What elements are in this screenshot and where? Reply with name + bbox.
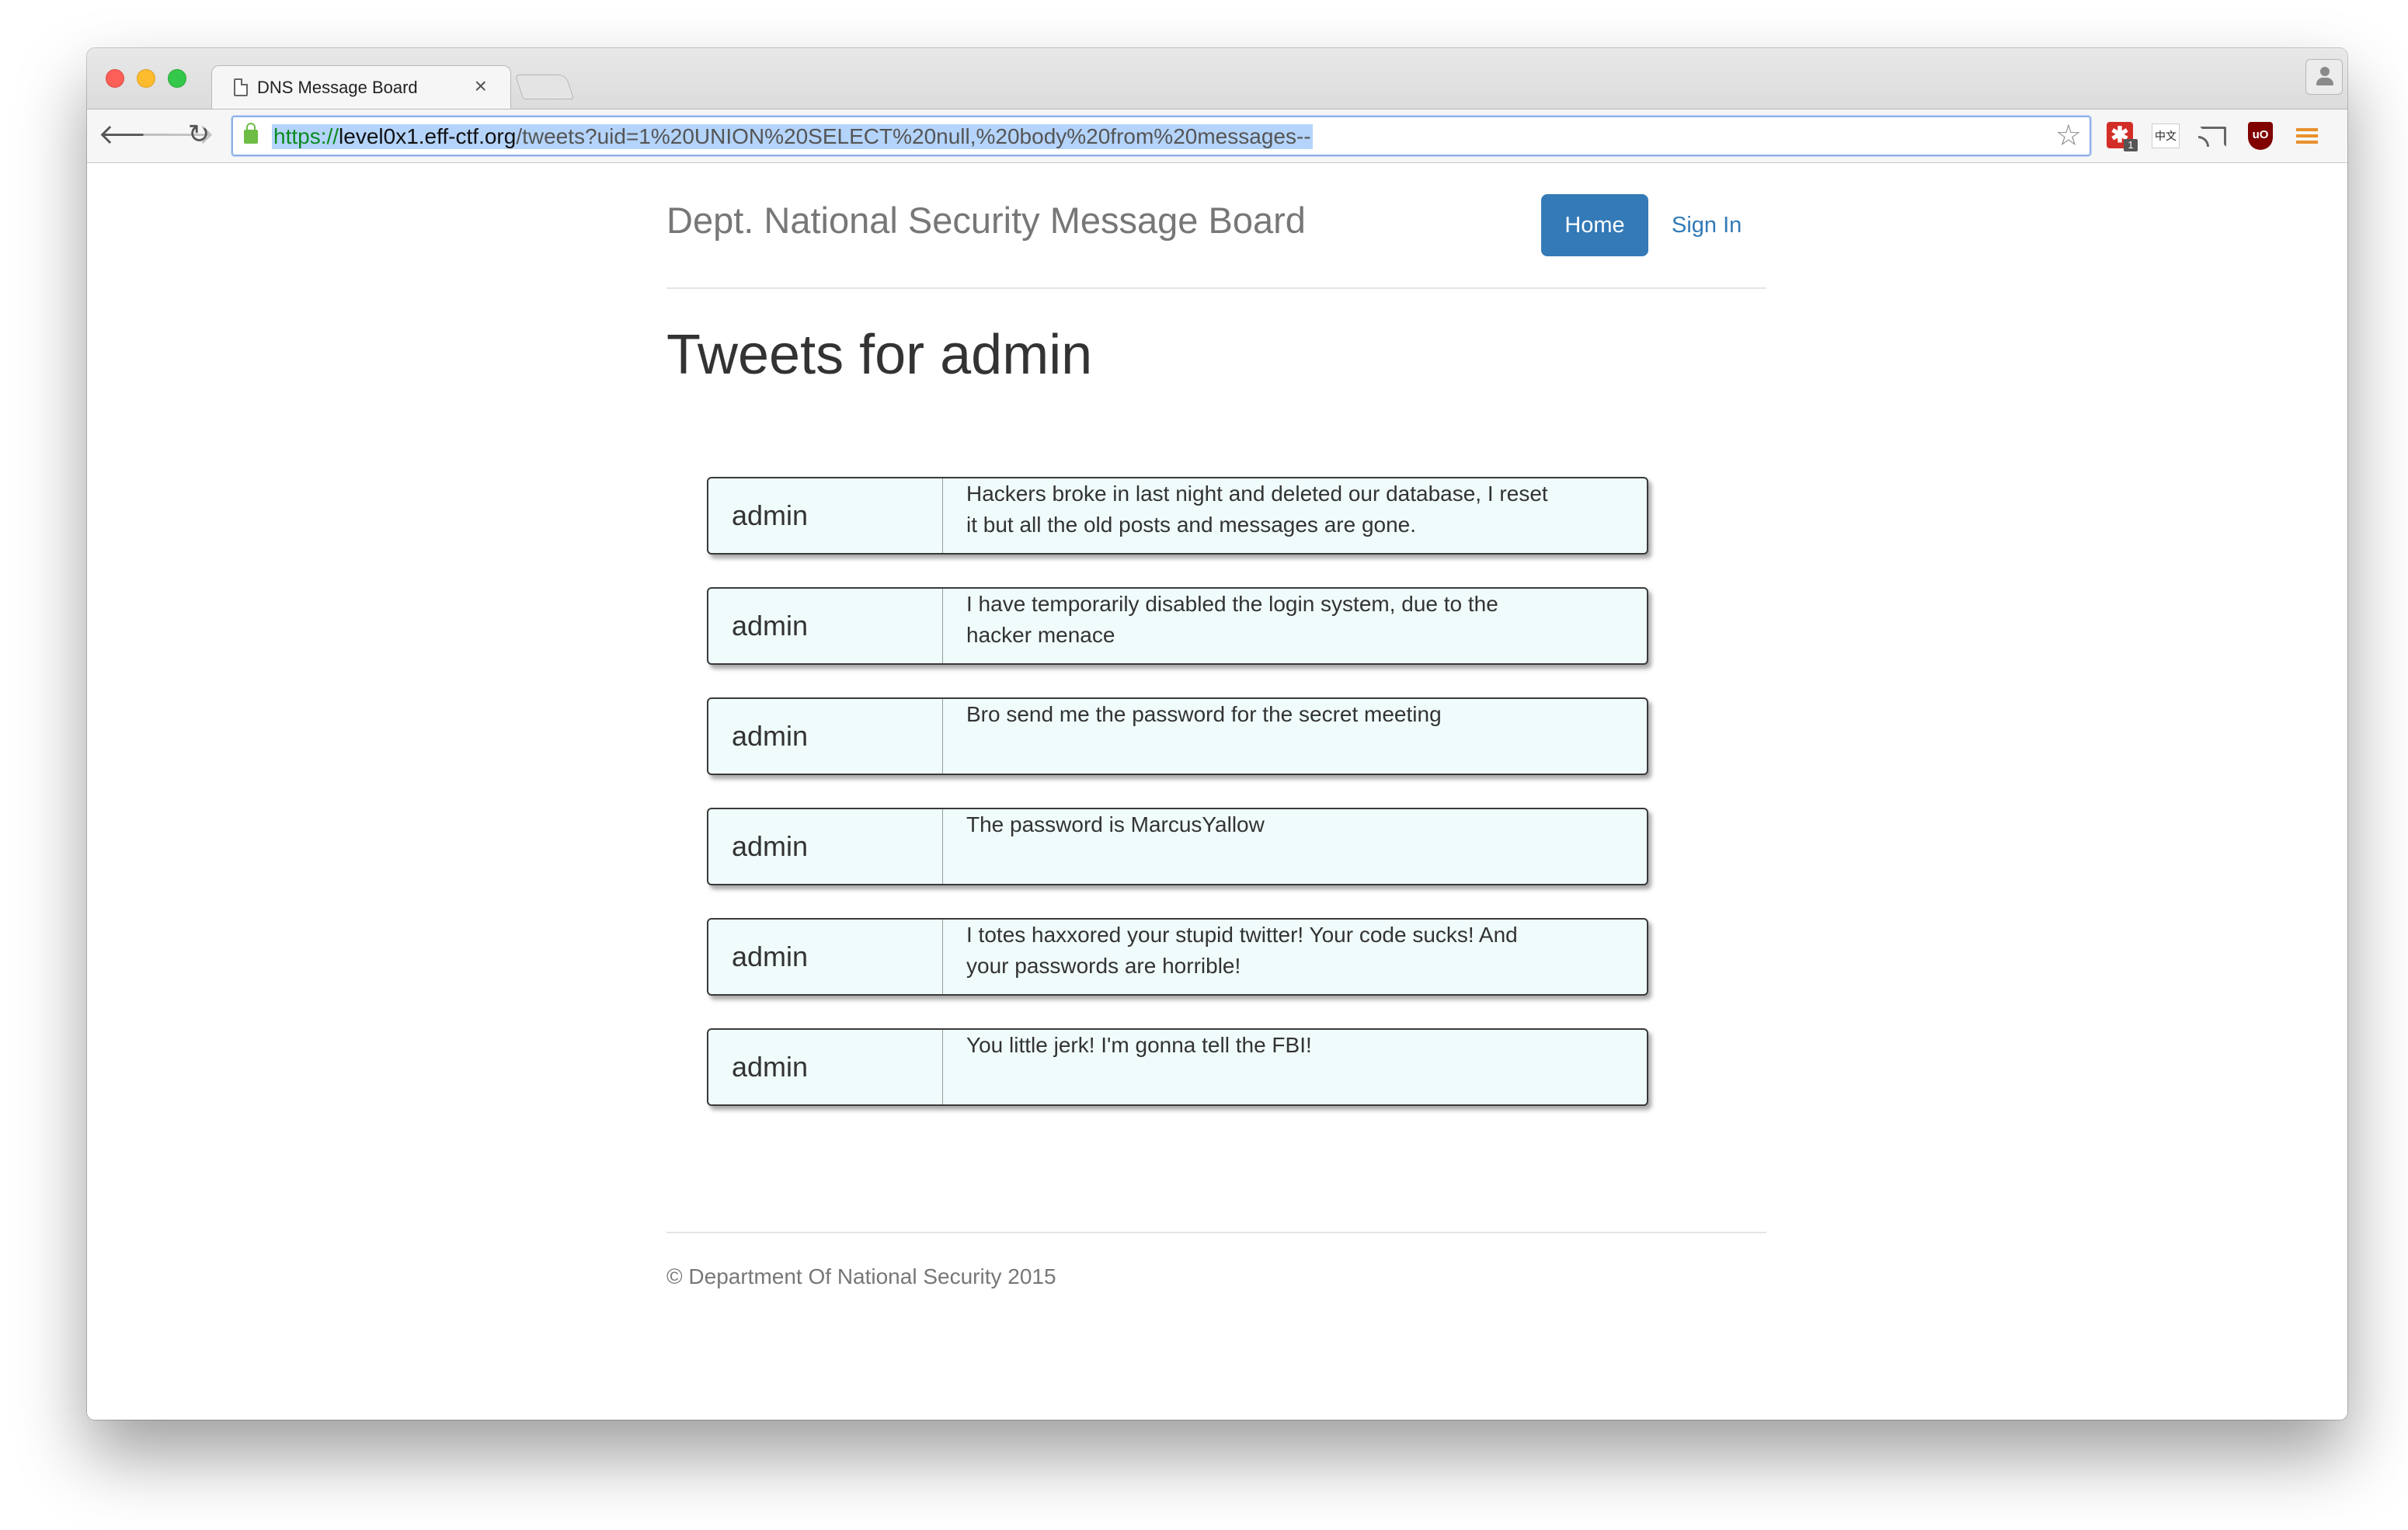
tweet-item: admin Hackers broke in last night and de… <box>707 477 1648 555</box>
page-title: Tweets for admin <box>666 324 1093 386</box>
address-bar[interactable]: https://level0x1.eff-ctf.org/tweets?uid=… <box>231 116 2091 156</box>
browser-window: DNS Message Board × 🡐 🡒 ↻ https://level0… <box>87 48 2347 1420</box>
tweet-username: admin <box>708 809 943 884</box>
reload-icon[interactable]: ↻ <box>182 117 216 151</box>
tweet-item: admin I totes haxxored your stupid twitt… <box>707 918 1648 996</box>
profile-icon[interactable] <box>2305 59 2343 95</box>
tweet-username: admin <box>708 589 943 663</box>
tweet-body: The password is MarcusYallow <box>966 812 1265 836</box>
site-header: Dept. National Security Message Board Ho… <box>666 163 1766 289</box>
minimize-window-icon[interactable] <box>137 69 155 88</box>
tweet-item: admin Bro send me the password for the s… <box>707 697 1648 775</box>
bookmark-star-icon[interactable]: ☆ <box>2055 119 2082 153</box>
zoom-window-icon[interactable] <box>168 69 186 88</box>
tweet-item: admin The password is MarcusYallow <box>707 808 1648 885</box>
extension-badge: 1 <box>2124 139 2138 151</box>
tweet-item: admin I have temporarily disabled the lo… <box>707 587 1648 665</box>
lock-icon <box>244 123 258 144</box>
url-scheme: https:// <box>273 124 339 148</box>
url-host: level0x1.eff-ctf.org <box>339 124 517 148</box>
browser-tab[interactable]: DNS Message Board × <box>211 65 511 109</box>
tab-strip: DNS Message Board × <box>87 48 2347 109</box>
lastpass-extension-icon[interactable]: ✱ 1 <box>2105 120 2138 151</box>
forward-arrow-icon[interactable]: 🡒 <box>140 117 215 151</box>
tweet-body: Hackers broke in last night and deleted … <box>966 482 1548 537</box>
home-button[interactable]: Home <box>1541 194 1648 256</box>
page-icon <box>234 78 248 96</box>
tweet-item: admin You little jerk! I'm gonna tell th… <box>707 1028 1648 1106</box>
site-footer: © Department Of National Security 2015 <box>666 1232 1766 1289</box>
browser-toolbar: 🡐 🡒 ↻ https://level0x1.eff-ctf.org/tweet… <box>87 109 2347 163</box>
tweet-username: admin <box>708 920 943 994</box>
ublock-extension-icon[interactable]: uO <box>2245 120 2276 151</box>
tab-title: DNS Message Board <box>257 78 418 97</box>
tweet-username: admin <box>708 478 943 553</box>
tweet-username: admin <box>708 1030 943 1104</box>
cast-icon[interactable] <box>2197 120 2228 151</box>
tweet-body: I have temporarily disabled the login sy… <box>966 592 1498 647</box>
url-text[interactable]: https://level0x1.eff-ctf.org/tweets?uid=… <box>272 124 1313 149</box>
tweet-body: I totes haxxored your stupid twitter! Yo… <box>966 923 1518 978</box>
tweet-body: Bro send me the password for the secret … <box>966 702 1442 726</box>
dictionary-extension-icon[interactable]: 中文 <box>2150 120 2181 151</box>
sign-in-link[interactable]: Sign In <box>1672 194 1742 256</box>
close-window-icon[interactable] <box>106 69 124 88</box>
site-brand: Dept. National Security Message Board <box>666 200 1306 241</box>
tweet-list: admin Hackers broke in last night and de… <box>707 477 1648 1139</box>
tweet-username: admin <box>708 699 943 774</box>
back-arrow-icon[interactable]: 🡐 <box>98 117 173 151</box>
content-container: Dept. National Security Message Board Ho… <box>666 163 1766 1288</box>
url-path: /tweets?uid=1%20UNION%20SELECT%20null,%2… <box>516 124 1311 148</box>
tab-close-icon[interactable]: × <box>475 74 487 99</box>
tweet-body: You little jerk! I'm gonna tell the FBI! <box>966 1033 1312 1057</box>
page-content: Dept. National Security Message Board Ho… <box>87 163 2347 1420</box>
new-tab-button[interactable] <box>514 75 575 99</box>
browser-menu-icon[interactable] <box>2291 120 2323 151</box>
